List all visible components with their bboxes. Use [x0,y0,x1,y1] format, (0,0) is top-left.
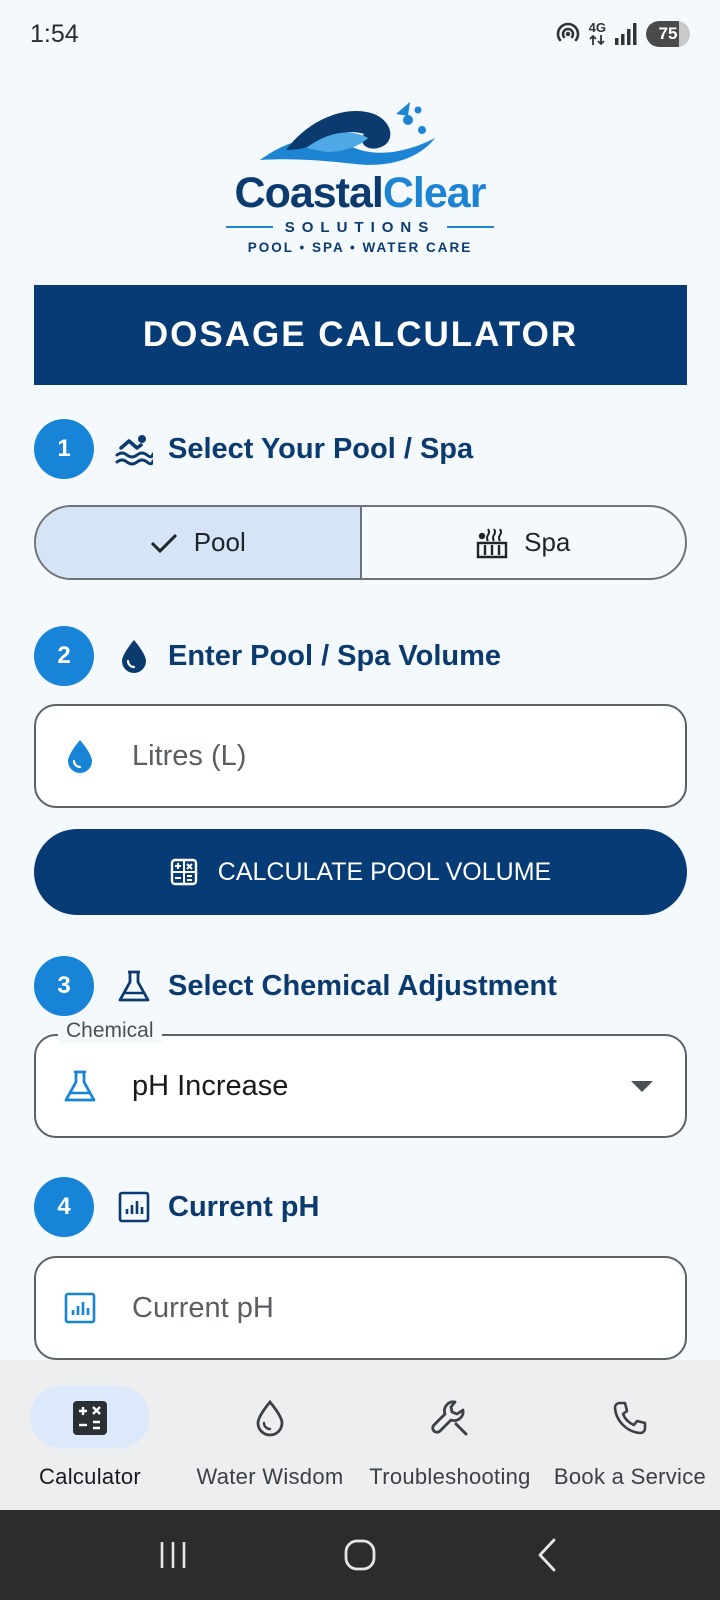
step-number-badge: 1 [34,419,94,479]
brand-tagline: POOL • SPA • WATER CARE [247,240,473,255]
step-number-badge: 4 [34,1177,94,1237]
flask-icon [114,966,154,1006]
calculator-icon [170,858,197,886]
nav-calculator[interactable]: Calculator [0,1360,180,1510]
nav-troubleshooting[interactable]: Troubleshooting [360,1360,540,1510]
status-time: 1:54 [30,20,79,48]
recent-apps-icon [161,1542,186,1568]
swimmer-icon [114,429,154,469]
step-title: Select Your Pool / Spa [168,432,474,465]
segment-pool-label: Pool [193,527,246,557]
recent-apps-button[interactable] [143,1525,203,1585]
wrench-icon [428,1396,472,1440]
network-indicator: 4G [588,20,606,46]
bottom-navigation: Calculator Water Wisdom Troubleshooting [0,1360,720,1510]
hot-tub-icon [476,527,508,558]
step-title: Enter Pool / Spa Volume [168,639,502,672]
chart-icon [114,1187,154,1227]
brand-rule-left [226,226,273,228]
current-ph-input[interactable] [132,1291,612,1325]
system-navigation-bar [0,1510,720,1600]
page-header: DOSAGE CALCULATOR [34,285,687,385]
pool-type-selector[interactable]: Pool Spa [34,505,687,580]
nav-water-wisdom[interactable]: Water Wisdom [180,1360,360,1510]
signal-icon [615,23,637,45]
brand-subtitle-row: SOLUTIONS [226,216,495,238]
segment-pool[interactable]: Pool [36,507,362,578]
hotspot-icon [556,22,579,42]
step-1-header: 1 Select Your Pool / Spa [34,418,473,480]
brand-name: CoastalClear [210,168,510,218]
status-icons: 4G 75 [555,20,690,48]
battery-indicator: 75 [646,21,690,47]
brand-subtitle: SOLUTIONS [284,218,436,236]
app-root: 1:54 4G 75 CoastalClear SOLUTIONS POOL •… [0,0,720,1600]
dropdown-arrow-icon [631,1081,653,1092]
step-number-badge: 2 [34,626,94,686]
chart-icon [62,1290,98,1326]
nav-label: Book a Service [553,1464,707,1489]
step-3-header: 3 Select Chemical Adjustment [34,955,557,1017]
phone-icon [608,1396,652,1440]
page-title: DOSAGE CALCULATOR [142,315,579,354]
chemical-dropdown[interactable]: Chemical pH Increase [34,1019,687,1138]
brand-name-part2: Clear [382,169,487,217]
home-icon [344,1539,376,1571]
wave-logo-icon [260,102,435,165]
nav-book-a-service[interactable]: Book a Service [540,1360,720,1510]
volume-field[interactable] [34,704,687,808]
water-drop-outline-icon [248,1396,292,1440]
step-4-header: 4 Current pH [34,1176,319,1238]
volume-input[interactable] [132,739,612,773]
brand-name-part1: Coastal [234,169,384,217]
segment-spa-label: Spa [524,527,571,557]
flask-icon [62,1068,98,1104]
calculator-icon [68,1396,112,1440]
calculate-pool-volume-label: CALCULATE POOL VOLUME [217,857,552,886]
nav-label: Calculator [38,1464,142,1489]
water-drop-icon [62,738,98,774]
step-title: Current pH [168,1190,320,1223]
brand-logo: CoastalClear SOLUTIONS POOL • SPA • WATE… [210,96,510,266]
chemical-dropdown-label: Chemical [58,1019,162,1043]
back-icon [538,1538,556,1572]
step-2-header: 2 Enter Pool / Spa Volume [34,625,501,687]
chemical-selected-value: pH Increase [132,1069,289,1102]
status-bar: 1:54 4G 75 [0,0,720,66]
calculate-pool-volume-button[interactable]: CALCULATE POOL VOLUME [34,829,687,915]
data-arrows-icon [589,34,605,46]
nav-label: Troubleshooting [369,1464,531,1489]
home-button[interactable] [330,1525,390,1585]
current-ph-field[interactable] [34,1256,687,1360]
step-number-badge: 3 [34,956,94,1016]
back-button[interactable] [517,1525,577,1585]
water-drop-icon [114,636,154,676]
brand-rule-right [447,226,495,228]
step-title: Select Chemical Adjustment [168,969,557,1002]
segment-spa[interactable]: Spa [362,507,686,578]
battery-level-text: 75 [658,24,678,43]
network-type-label: 4G [588,20,606,35]
checkmark-icon [150,533,177,553]
nav-label: Water Wisdom [196,1464,344,1489]
